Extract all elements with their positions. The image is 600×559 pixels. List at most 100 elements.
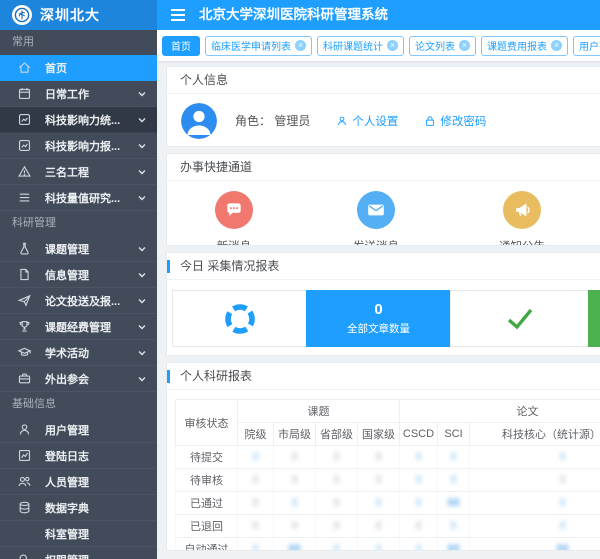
table-cell[interactable]: 8 [238, 515, 274, 538]
sidebar-item-1-1[interactable]: 信息管理 [0, 262, 157, 288]
redacted-value: 8 [415, 474, 421, 486]
table-cell[interactable]: 8 [358, 515, 400, 538]
tab-5[interactable]: 用户列表× [573, 36, 600, 56]
tab-3[interactable]: 论文列表× [409, 36, 476, 56]
sidebar-item-0-2[interactable]: 科技影响力统... [0, 107, 157, 133]
tab-close-icon[interactable]: × [295, 40, 306, 51]
chart-box-icon [17, 112, 32, 127]
row-status-label: 已通过 [176, 492, 238, 515]
quick-channel-0[interactable]: 新消息 [215, 191, 253, 246]
sidebar-item-2-3[interactable]: 数据字典 [0, 495, 157, 521]
table-cell[interactable]: 8 [470, 446, 600, 469]
role-text: 角色： 管理员 [235, 112, 310, 129]
table-cell[interactable]: 88 [274, 538, 316, 552]
table-cell[interactable]: 8 [400, 446, 438, 469]
tab-close-icon[interactable]: × [387, 40, 398, 51]
table-cell[interactable]: 88 [438, 492, 470, 515]
chevron-down-icon [137, 167, 147, 177]
table-cell[interactable]: 8 [400, 469, 438, 492]
sidebar-item-1-4[interactable]: 学术活动 [0, 340, 157, 366]
warning-icon [17, 164, 32, 179]
tab-label: 用户列表 [579, 38, 600, 53]
redacted-value: 8 [415, 451, 421, 463]
table-cell[interactable]: 8 [470, 492, 600, 515]
table-row: 自动通过8888888888 [176, 538, 600, 552]
tab-close-icon[interactable]: × [551, 40, 562, 51]
sidebar-item-2-5[interactable]: 权限管理 [0, 547, 157, 559]
user-icon [17, 422, 32, 437]
table-cell[interactable]: 8 [400, 515, 438, 538]
app-window: 深圳北大 北京大学深圳医院科研管理系统 常用首页日常工作科技影响力统...科技影… [0, 0, 600, 559]
sidebar-item-1-2[interactable]: 论文投送及报... [0, 288, 157, 314]
logo-text: 深圳北大 [40, 5, 100, 25]
sidebar-item-1-0[interactable]: 课题管理 [0, 236, 157, 262]
sidebar-item-0-0[interactable]: 首页 [0, 55, 157, 81]
table-cell[interactable]: 8 [438, 515, 470, 538]
chevron-down-icon [137, 348, 147, 358]
table-cell[interactable]: 8 [238, 492, 274, 515]
table-cell[interactable]: 8 [316, 538, 358, 552]
table-cell[interactable]: 8 [316, 492, 358, 515]
row-status-label: 自动通过 [176, 538, 238, 552]
table-cell[interactable]: 8 [316, 469, 358, 492]
table-cell[interactable]: 88 [438, 538, 470, 552]
sidebar-section-label: 基础信息 [0, 392, 157, 417]
sidebar-item-2-2[interactable]: 人员管理 [0, 469, 157, 495]
row-status-label: 已退回 [176, 515, 238, 538]
table-cell[interactable]: 8 [358, 492, 400, 515]
table-cell[interactable]: 8 [470, 515, 600, 538]
table-cell[interactable]: 8 [316, 515, 358, 538]
table-sub-header: 院级 [238, 423, 274, 446]
table-cell[interactable]: 8 [400, 538, 438, 552]
tab-1[interactable]: 临床医学申请列表× [205, 36, 312, 56]
sidebar-item-2-0[interactable]: 用户管理 [0, 417, 157, 443]
table-cell[interactable]: 8 [438, 446, 470, 469]
table-cell[interactable]: 8 [274, 446, 316, 469]
sidebar-item-0-5[interactable]: 科技量值研究... [0, 185, 157, 211]
sidebar-item-1-3[interactable]: 课题经费管理 [0, 314, 157, 340]
table-cell[interactable]: 8 [274, 492, 316, 515]
chevron-down-icon [137, 296, 147, 306]
redacted-value: 8 [252, 520, 258, 532]
table-cell[interactable]: 8 [358, 469, 400, 492]
menu-toggle-button[interactable] [157, 0, 199, 30]
sidebar-item-1-5[interactable]: 外出参会 [0, 366, 157, 392]
table-sub-header: 省部级 [316, 423, 358, 446]
sidebar-item-0-3[interactable]: 科技影响力报... [0, 133, 157, 159]
table-cell[interactable]: 8 [238, 538, 274, 552]
sidebar-item-0-4[interactable]: 三名工程 [0, 159, 157, 185]
table-cell[interactable]: 8 [358, 446, 400, 469]
table-cell[interactable]: 8 [316, 446, 358, 469]
today-cell-check[interactable] [450, 290, 589, 347]
logo-area[interactable]: 深圳北大 [0, 0, 157, 30]
today-cell-spinner[interactable] [172, 290, 307, 347]
sidebar-item-label: 信息管理 [45, 267, 137, 283]
chart-box-icon [17, 138, 32, 153]
table-cell[interactable]: 8 [470, 469, 600, 492]
sidebar-item-2-1[interactable]: 登陆日志 [0, 443, 157, 469]
today-cell-fill[interactable] [588, 290, 600, 347]
today-cell-stat[interactable]: 0全部文章数量 [306, 290, 451, 347]
table-cell[interactable]: 8 [274, 469, 316, 492]
quick-channel-1[interactable]: 发送消息 [353, 191, 399, 246]
tab-4[interactable]: 课题费用报表× [481, 36, 568, 56]
tab-0[interactable]: 首页 [162, 36, 200, 56]
table-cell[interactable]: 8 [358, 538, 400, 552]
sidebar-item-2-4[interactable]: 科室管理 [0, 521, 157, 547]
table-cell[interactable]: 8 [400, 492, 438, 515]
tab-2[interactable]: 科研课题统计× [317, 36, 404, 56]
personal-settings-link[interactable]: 个人设置 [336, 113, 398, 129]
sidebar-item-label: 课题管理 [45, 241, 137, 257]
table-cell[interactable]: 8 [274, 515, 316, 538]
quick-channel-2[interactable]: 通知公告 [499, 191, 545, 246]
avatar[interactable] [181, 103, 217, 139]
table-cell[interactable]: 8 [238, 469, 274, 492]
table-cell[interactable]: 8 [238, 446, 274, 469]
sidebar-item-0-1[interactable]: 日常工作 [0, 81, 157, 107]
lock-icon [424, 115, 436, 127]
table-cell[interactable]: 8 [438, 469, 470, 492]
sidebar-section-label: 常用 [0, 30, 157, 55]
change-password-link[interactable]: 修改密码 [424, 113, 486, 129]
table-cell[interactable]: 88 [470, 538, 600, 552]
tab-close-icon[interactable]: × [459, 40, 470, 51]
